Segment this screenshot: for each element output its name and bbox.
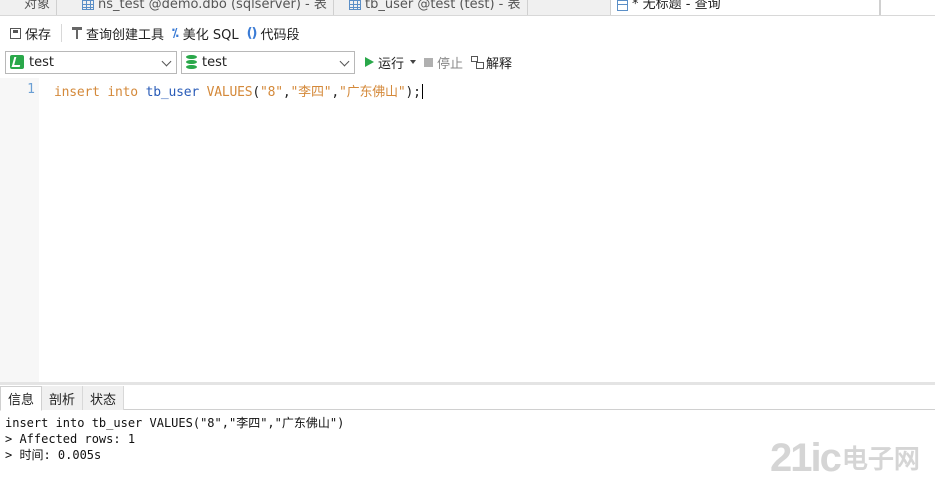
- stop-label: 停止: [437, 56, 464, 72]
- tab-objects[interactable]: 对象: [18, 0, 58, 15]
- run-label: 运行: [378, 56, 405, 72]
- stop-button[interactable]: 停止: [424, 53, 463, 72]
- connection-icon: [10, 55, 24, 69]
- output-affected-rows: > Affected rows: 1: [5, 432, 136, 446]
- string-literal: "广东佛山": [339, 85, 406, 100]
- panel-splitter[interactable]: [0, 382, 935, 385]
- tab-status-label: 状态: [90, 392, 117, 408]
- line-number: 1: [27, 82, 35, 97]
- message-output: insert into tb_user VALUES("8","李四","广东佛…: [5, 415, 344, 463]
- connection-select[interactable]: test: [5, 50, 177, 74]
- code-snippet-label: 代码段: [260, 27, 300, 43]
- sql-editor[interactable]: 1 insert into tb_user VALUES("8","李四","广…: [0, 78, 935, 382]
- tab-status[interactable]: 状态: [83, 386, 125, 410]
- tab-tb-user-label: tb_user @test (test) - 表: [365, 0, 521, 12]
- tab-message[interactable]: 信息: [0, 386, 43, 411]
- beautify-sql-button[interactable]: ⁒ 美化 SQL: [168, 22, 243, 44]
- keyword-insert: insert: [54, 85, 100, 100]
- tab-untitled-query[interactable]: * 无标题 - 查询: [610, 0, 880, 15]
- run-button[interactable]: 运行: [365, 53, 417, 72]
- query-builder-icon: [72, 27, 83, 39]
- tab-profile[interactable]: 剖析: [42, 386, 84, 410]
- tab-ns-test-table[interactable]: ns_test @demo.dbo (sqlserver) - 表: [76, 0, 334, 15]
- result-tab-bar: 信息 剖析 状态: [0, 386, 935, 411]
- explain-button[interactable]: 解释: [471, 53, 512, 72]
- text-caret: [421, 84, 423, 99]
- string-literal: "8": [260, 85, 283, 100]
- chevron-down-icon: [161, 56, 172, 66]
- comma: ,: [331, 85, 340, 100]
- database-icon: [186, 55, 197, 69]
- connection-toolbar: test test 运行 停止 解释: [0, 50, 935, 74]
- code-snippet-button[interactable]: () 代码段: [243, 22, 304, 44]
- save-icon: [10, 27, 21, 39]
- keyword-into: into: [107, 85, 138, 100]
- explain-icon: [471, 56, 485, 69]
- watermark-latin: 21ic: [770, 436, 842, 480]
- tab-objects-label: 对象: [24, 0, 51, 12]
- line-number-gutter: 1: [0, 78, 39, 382]
- dropdown-arrow-icon[interactable]: [410, 60, 417, 64]
- explain-label: 解释: [486, 56, 513, 72]
- chevron-down-icon: [339, 56, 350, 66]
- editor-toolbar: 保存 查询创建工具 ⁒ 美化 SQL () 代码段: [0, 20, 935, 46]
- watermark-logo: 21ic 电子网: [770, 438, 920, 478]
- keyword-values: VALUES: [206, 85, 253, 100]
- output-sql-line: insert into tb_user VALUES("8","李四","广东佛…: [5, 416, 345, 430]
- play-icon: [365, 57, 374, 67]
- stop-icon: [424, 57, 434, 67]
- connection-value: test: [29, 54, 54, 70]
- tab-ns-test-label: ns_test @demo.dbo (sqlserver) - 表: [98, 0, 327, 12]
- query-builder-label: 查询创建工具: [86, 27, 165, 43]
- close-paren: );: [405, 85, 421, 100]
- tab-profile-label: 剖析: [49, 392, 76, 408]
- save-button[interactable]: 保存: [6, 22, 55, 44]
- query-builder-button[interactable]: 查询创建工具: [68, 22, 168, 44]
- query-icon: [617, 0, 628, 11]
- open-paren: (: [252, 85, 260, 100]
- watermark-cjk: 电子网: [841, 445, 920, 475]
- table-icon: [349, 0, 361, 10]
- string-literal: "李四": [290, 85, 332, 100]
- tab-untitled-query-label: * 无标题 - 查询: [632, 0, 721, 12]
- code-snippet-icon: (): [246, 25, 258, 41]
- magic-wand-icon: ⁒: [172, 26, 179, 40]
- save-label: 保存: [25, 27, 52, 43]
- comma: ,: [282, 85, 291, 100]
- table-identifier: tb_user: [145, 85, 200, 100]
- tab-tb-user-table[interactable]: tb_user @test (test) - 表: [343, 0, 528, 15]
- code-line[interactable]: insert into tb_user VALUES("8","李四","广东佛…: [54, 81, 423, 100]
- database-value: test: [202, 54, 227, 70]
- toolbar-divider: [61, 24, 63, 42]
- database-select[interactable]: test: [181, 50, 355, 74]
- document-tab-strip: 对象 ns_test @demo.dbo (sqlserver) - 表 tb_…: [0, 0, 935, 16]
- table-icon: [82, 0, 94, 10]
- beautify-sql-label: 美化 SQL: [182, 27, 239, 43]
- tab-message-label: 信息: [8, 393, 35, 408]
- output-time: > 时间: 0.005s: [5, 448, 102, 462]
- tab-search-box[interactable]: [880, 0, 935, 15]
